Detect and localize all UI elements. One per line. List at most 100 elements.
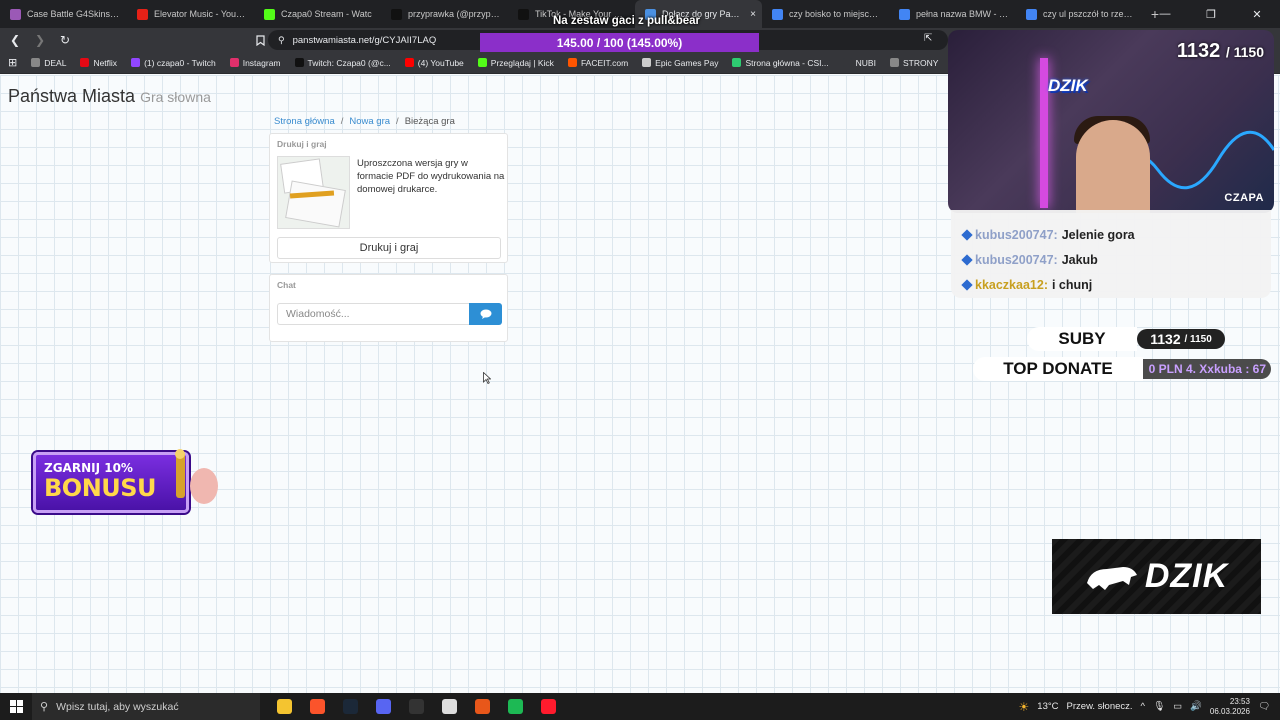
restore-icon[interactable]: ❐	[1188, 0, 1234, 28]
bookmark-favicon-icon	[642, 58, 652, 67]
dzik-banner-text: DZIK	[1144, 557, 1229, 595]
microphone-icon[interactable]: 🎙	[1153, 701, 1165, 712]
cam-sub-goal: / 1150	[1225, 44, 1264, 60]
streamer-name: CZAPA	[1224, 192, 1264, 204]
top-donate-bar: TOP DONATE 0 PLN 4. Xxkuba : 67	[973, 357, 1273, 381]
bookmark-label: FACEIT.com	[580, 57, 629, 68]
url-text: panstwamiasta.net/g/CYJAII7LAQ	[292, 34, 437, 46]
speech-bubble-icon	[480, 309, 491, 319]
browser-tab[interactable]: czy ul pszczół to rzecz - S	[1016, 0, 1143, 28]
weather-text[interactable]: Przew. słonecz.	[1067, 701, 1133, 712]
steam-icon[interactable]	[334, 693, 367, 720]
apps-grid-icon[interactable]: ⊞	[8, 56, 17, 69]
share-icon[interactable]: ⇱	[924, 33, 932, 44]
close-window-icon[interactable]: ✕	[1234, 0, 1280, 28]
bookmark-item[interactable]: Netflix	[80, 58, 117, 68]
chrome-icon[interactable]	[433, 693, 466, 720]
breadcrumb-home[interactable]: Strona główna	[274, 116, 335, 127]
bookmark-label: Instagram	[242, 57, 281, 68]
print-preview-image	[277, 156, 350, 229]
bookmark-item[interactable]: (4) YouTube	[404, 58, 464, 68]
tab-title: pełna nazwa BMW - Szuk	[916, 9, 1010, 19]
windows-start-icon[interactable]	[0, 693, 32, 720]
chat-badge-icon	[961, 278, 973, 291]
browser-tab[interactable]: przyprawka (@przypraw	[381, 0, 508, 28]
bookmark-item[interactable]: Przeglądaj | Kick	[477, 58, 554, 68]
taskbar-search-placeholder: Wpisz tutaj, aby wyszukać	[56, 700, 179, 713]
forward-icon[interactable]: ❯	[30, 30, 50, 50]
bookmark-item[interactable]: Twitch: Czapa0 (@c...	[294, 58, 391, 68]
bookmark-label: DEAL	[44, 57, 67, 68]
chat-send-button[interactable]	[469, 303, 502, 325]
reload-icon[interactable]: ↻	[55, 30, 75, 50]
brave-icon[interactable]	[301, 693, 334, 720]
app-glyph	[442, 699, 457, 714]
bookmark-favicon-icon	[80, 58, 90, 67]
browser-tab[interactable]: Czapa0 Stream - Watc	[254, 0, 381, 28]
epic-games-icon[interactable]	[400, 693, 433, 720]
print-and-play-button[interactable]: Drukuj i graj	[277, 237, 501, 259]
bookmark-label: (1) czapa0 - Twitch	[144, 57, 216, 68]
file-explorer-icon[interactable]	[268, 693, 301, 720]
tab-close-icon[interactable]: ×	[750, 9, 756, 20]
discord-icon[interactable]	[367, 693, 400, 720]
bookmark-item[interactable]: STRONY	[889, 57, 939, 68]
back-icon[interactable]: ❮	[5, 30, 25, 50]
windows-taskbar: ⚲ Wpisz tutaj, aby wyszukać ☀ 13°C Przew…	[0, 693, 1280, 720]
goal-progress-text: 145.00 / 100 (145.00%)	[556, 35, 683, 50]
bookmark-favicon-icon	[31, 58, 41, 67]
weather-temp[interactable]: 13°C	[1037, 701, 1058, 712]
bookmark-item[interactable]: Epic Games Pay	[642, 58, 718, 68]
breadcrumb-new-game[interactable]: Nowa gra	[349, 116, 390, 127]
browser-tab[interactable]: czy boisko to miejsce ze	[762, 0, 889, 28]
bookmark-label: Epic Games Pay	[655, 57, 719, 68]
tab-favicon-icon	[1026, 8, 1037, 20]
subs-count: 1132	[1150, 331, 1181, 347]
bookmark-item[interactable]: NUBI	[842, 57, 876, 68]
bookmark-icon[interactable]	[250, 30, 270, 50]
site-info-icon[interactable]: ⚲	[278, 35, 285, 46]
stream-goal-progress: 145.00 / 100 (145.00%)	[480, 33, 759, 52]
subs-value: 1132 / 1150	[1137, 329, 1225, 349]
bookmark-item[interactable]: (1) czapa0 - Twitch	[131, 58, 216, 68]
notifications-icon[interactable]: 🗨	[1258, 701, 1270, 712]
browser-tab[interactable]: Elevator Music - YouTube	[127, 0, 254, 28]
breadcrumb-separator: /	[340, 116, 344, 127]
streamer-webcam: DZIK 1132 / 1150 CZAPA	[948, 30, 1274, 213]
bookmark-item[interactable]: Strona główna - CSI...	[732, 58, 829, 68]
chat-panel-title: Chat	[277, 280, 296, 290]
network-icon[interactable]: ▭	[1173, 701, 1182, 712]
bookmark-favicon-icon	[477, 58, 487, 67]
browser-tab[interactable]: pełna nazwa BMW - Szuk	[889, 0, 1016, 28]
bookmark-label: STRONY	[902, 57, 939, 68]
taskbar-search-box[interactable]: ⚲ Wpisz tutaj, aby wyszukać	[32, 693, 260, 720]
bookmark-label: NUBI	[855, 57, 876, 68]
stream-goal-title: Na zestaw gaci z pull&bear	[553, 15, 700, 27]
spotify-icon[interactable]	[499, 693, 532, 720]
breadcrumb-current: Bieżąca gra	[404, 116, 455, 127]
bookmark-favicon-icon	[889, 58, 899, 67]
stream-chat-message: kubus200747: Jelenie gora	[961, 222, 1261, 247]
tab-title: czy ul pszczół to rzecz - S	[1043, 9, 1137, 19]
volume-icon[interactable]: 🔊	[1190, 701, 1202, 712]
app-glyph	[310, 699, 325, 714]
system-clock[interactable]: 23:53 06.03.2026	[1210, 697, 1250, 717]
tab-title: czy boisko to miejsce ze	[789, 9, 883, 19]
bonus-line1: ZGARNIJ 10%	[44, 461, 133, 475]
app-glyph	[277, 699, 292, 714]
chevron-up-icon[interactable]: ^	[1141, 701, 1145, 712]
chat-message-input[interactable]: Wiadomość...	[277, 303, 469, 325]
bookmark-item[interactable]: DEAL	[31, 58, 66, 68]
breadcrumb-separator: /	[396, 116, 399, 127]
boar-logo-icon	[1086, 566, 1137, 590]
bookmark-item[interactable]: Instagram	[229, 57, 281, 68]
site-logo[interactable]: Państwa Miasta Gra słowna	[8, 86, 211, 107]
browser-tab[interactable]: Case Battle G4Skins | Zdo	[0, 0, 127, 28]
streamlabs-icon[interactable]	[466, 693, 499, 720]
weather-icon[interactable]: ☀	[1019, 700, 1030, 714]
bookmark-item[interactable]: FACEIT.com	[567, 57, 629, 68]
minimize-icon[interactable]: —	[1142, 0, 1188, 28]
opera-icon[interactable]	[532, 693, 565, 720]
tab-favicon-icon	[391, 8, 402, 20]
top-donate-label: TOP DONATE	[973, 357, 1143, 381]
